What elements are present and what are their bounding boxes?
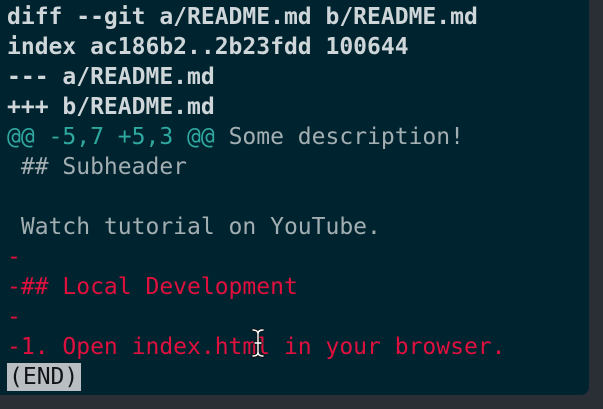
- text-cursor-icon: [251, 328, 265, 358]
- removed-line: -## Local Development: [7, 274, 298, 300]
- pager-end-marker: (END): [7, 363, 82, 391]
- window: diff --git a/README.md b/README.md index…: [0, 0, 603, 409]
- removed-line: -: [7, 304, 21, 330]
- hunk-header-line: @@ -5,7 +5,3 @@ Some description!: [7, 122, 589, 152]
- diff-index-line: index ac186b2..2b23fdd 100644: [7, 34, 409, 60]
- pager-status-line: (END): [7, 362, 589, 392]
- diff-old-file-line: --- a/README.md: [7, 64, 215, 90]
- context-line: [7, 182, 589, 212]
- removed-line: -1. Open index.html in your browser.: [7, 334, 506, 360]
- hunk-context-text: Some description!: [214, 124, 464, 150]
- context-line: Watch tutorial on YouTube.: [7, 214, 381, 240]
- context-line: ## Subheader: [7, 154, 188, 180]
- diff-new-file-line: +++ b/README.md: [7, 94, 215, 120]
- diff-output: diff --git a/README.md b/README.md index…: [7, 2, 589, 392]
- hunk-range: @@ -5,7 +5,3 @@: [7, 124, 215, 150]
- removed-line: -: [7, 244, 21, 270]
- terminal-pane[interactable]: diff --git a/README.md b/README.md index…: [0, 0, 589, 395]
- diff-header-line: diff --git a/README.md b/README.md: [7, 4, 478, 30]
